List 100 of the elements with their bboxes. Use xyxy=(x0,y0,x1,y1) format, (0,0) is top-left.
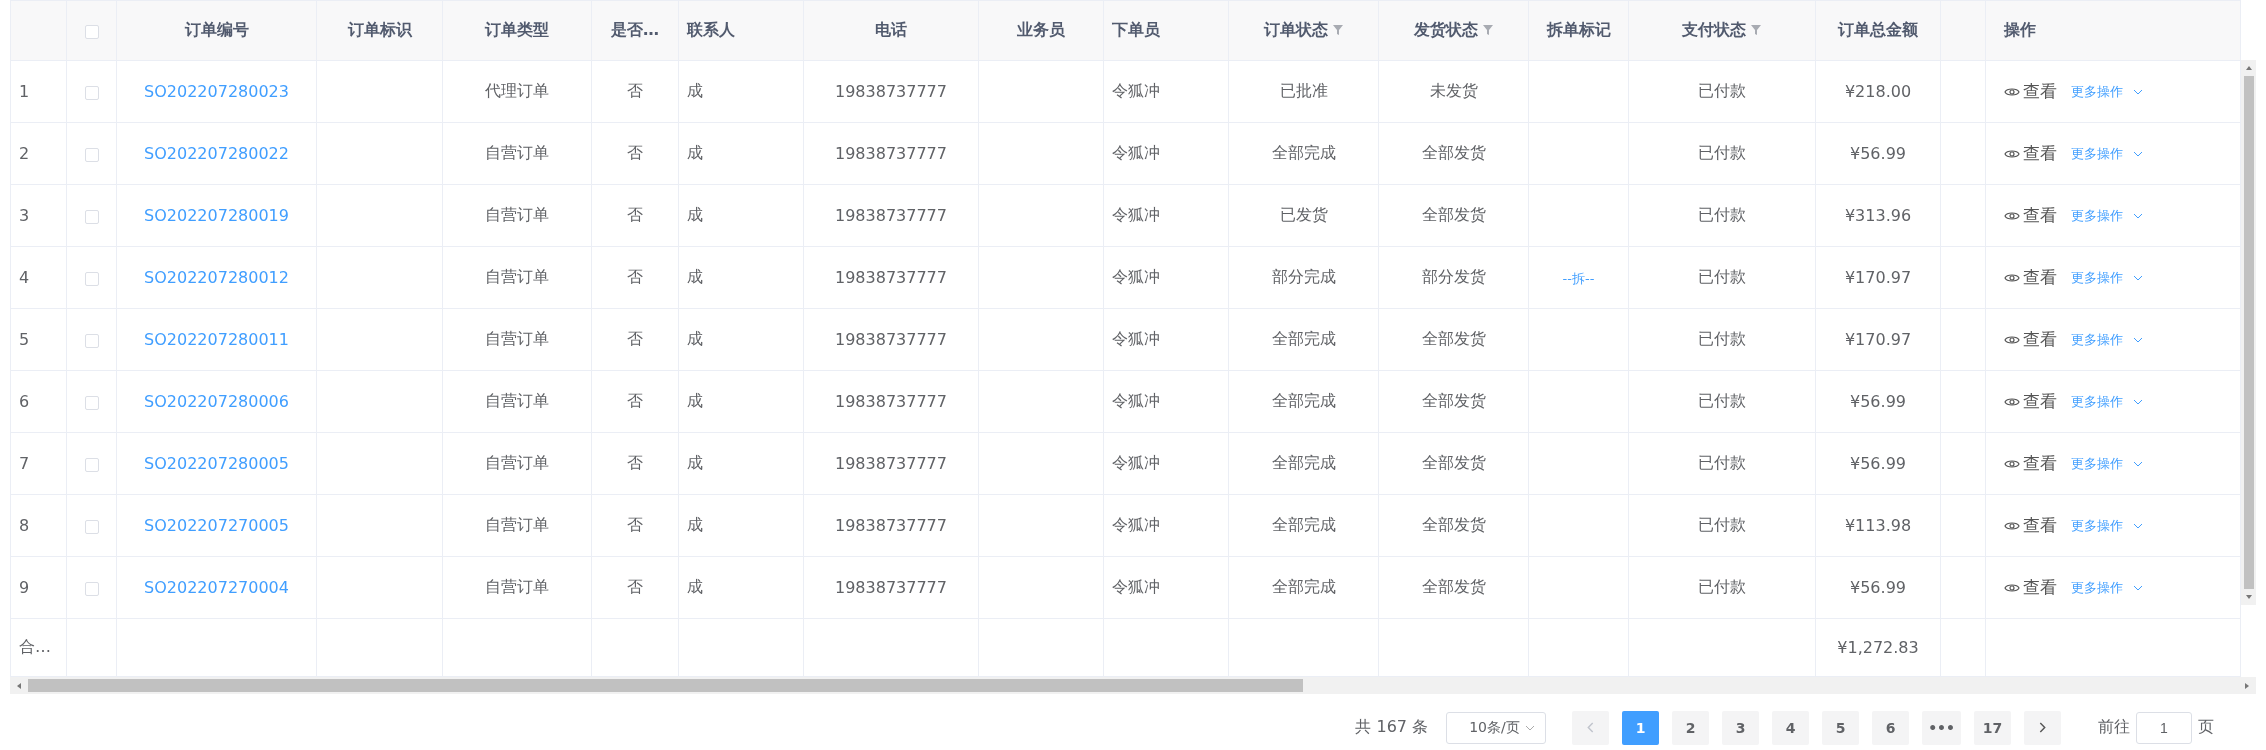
caret-icon xyxy=(2133,212,2143,219)
split-link[interactable]: --拆-- xyxy=(1562,270,1595,286)
table-cell: 19838737777 xyxy=(835,330,947,349)
left-arrow-icon[interactable] xyxy=(16,681,22,690)
select-all-checkbox[interactable] xyxy=(84,24,99,39)
caret-icon xyxy=(2133,522,2143,529)
table-cell: ¥56.99 xyxy=(1850,578,1906,597)
column-title: 支付状态 xyxy=(1682,20,1746,39)
up-arrow-icon[interactable] xyxy=(2244,65,2253,71)
view-button[interactable]: 查看 xyxy=(2004,266,2057,289)
table-cell: ¥56.99 xyxy=(1850,392,1906,411)
column-title: 下单员 xyxy=(1112,20,1160,39)
column-title: 业务员 xyxy=(1017,20,1065,39)
row-checkbox[interactable] xyxy=(84,581,99,596)
table-cell: 成 xyxy=(687,205,703,224)
page-size-select[interactable]: 10条/页 xyxy=(1446,711,1547,744)
more-actions-dropdown[interactable]: 更多操作 xyxy=(2071,206,2143,225)
eye-icon xyxy=(2004,519,2020,532)
table-cell: 已付款 xyxy=(1698,205,1746,224)
table-cell: 全部发货 xyxy=(1421,143,1486,162)
table-cell: 已付款 xyxy=(1698,577,1746,596)
page-unit-label: 页 xyxy=(2198,717,2214,738)
caret-icon xyxy=(2133,584,2143,591)
eye-icon xyxy=(2004,271,2020,284)
table-cell: 代理订单 xyxy=(485,81,549,100)
row-checkbox[interactable] xyxy=(84,209,99,224)
row-checkbox[interactable] xyxy=(84,271,99,286)
page-button[interactable]: ••• xyxy=(1922,710,1961,745)
table-cell: 自营订单 xyxy=(485,329,549,348)
table-cell: 3 xyxy=(19,206,30,225)
table-cell: 19838737777 xyxy=(835,454,947,473)
table-cell: 已付款 xyxy=(1698,453,1746,472)
table-cell: 否 xyxy=(627,329,643,348)
eye-icon xyxy=(2004,395,2020,408)
page-button[interactable]: 5 xyxy=(1822,710,1860,745)
table-cell: 令狐冲 xyxy=(1112,329,1160,348)
view-button[interactable]: 查看 xyxy=(2004,80,2057,103)
filter-icon[interactable] xyxy=(1331,24,1344,36)
page-button[interactable]: 6 xyxy=(1872,710,1910,745)
table-cell: ¥56.99 xyxy=(1850,454,1906,473)
table-cell: 19838737777 xyxy=(835,144,947,163)
row-checkbox[interactable] xyxy=(84,395,99,410)
table-cell: 已付款 xyxy=(1698,515,1746,534)
horizontal-scrollbar[interactable] xyxy=(10,677,2256,694)
table-cell: 1 xyxy=(19,82,30,101)
table-cell: ¥113.98 xyxy=(1844,516,1912,535)
row-checkbox[interactable] xyxy=(84,147,99,162)
page-number-field[interactable]: 1 xyxy=(2136,711,2192,744)
row-checkbox[interactable] xyxy=(84,457,99,472)
more-actions-dropdown[interactable]: 更多操作 xyxy=(2071,578,2143,597)
total-count: 共 167 条 xyxy=(1355,717,1429,738)
column-title: 发货状态 xyxy=(1413,20,1478,39)
caret-icon xyxy=(2133,336,2143,343)
table-cell: 否 xyxy=(627,267,643,286)
more-actions-dropdown[interactable]: 更多操作 xyxy=(2071,392,2143,411)
page-button[interactable]: 17 xyxy=(1974,710,2011,745)
eye-icon xyxy=(2004,85,2020,98)
view-button[interactable]: 查看 xyxy=(2004,142,2057,165)
table-cell: 2 xyxy=(19,144,30,163)
page-button[interactable]: 4 xyxy=(1772,710,1810,745)
more-actions-dropdown[interactable]: 更多操作 xyxy=(2071,82,2143,101)
table-cell: 全部完成 xyxy=(1271,329,1336,348)
caret-icon xyxy=(2133,398,2143,405)
more-actions-dropdown[interactable]: 更多操作 xyxy=(2071,268,2143,287)
table-cell: 全部发货 xyxy=(1421,577,1486,596)
page-button[interactable]: 2 xyxy=(1672,710,1710,745)
more-actions-dropdown[interactable]: 更多操作 xyxy=(2071,144,2143,163)
row-checkbox[interactable] xyxy=(84,519,99,534)
next-page-button[interactable] xyxy=(2024,710,2061,745)
view-button[interactable]: 查看 xyxy=(2004,328,2057,351)
page-button[interactable]: 1 xyxy=(1622,710,1660,745)
filter-icon[interactable] xyxy=(1750,24,1762,36)
view-button[interactable]: 查看 xyxy=(2004,390,2057,413)
table-cell: 令狐冲 xyxy=(1112,577,1160,596)
right-arrow-icon[interactable] xyxy=(2244,681,2250,690)
filter-icon[interactable] xyxy=(1481,24,1494,36)
table-cell: 成 xyxy=(687,267,703,286)
view-button[interactable]: 查看 xyxy=(2004,204,2057,227)
view-button[interactable]: 查看 xyxy=(2004,576,2057,599)
column-title: 操作 xyxy=(2004,20,2036,39)
more-actions-dropdown[interactable]: 更多操作 xyxy=(2071,454,2143,473)
column-title: 订单总金额 xyxy=(1838,20,1918,39)
table-cell: 否 xyxy=(627,143,643,162)
table-cell: 成 xyxy=(687,329,703,348)
table-cell: 否 xyxy=(627,515,643,534)
row-checkbox[interactable] xyxy=(84,333,99,348)
column-title: 订单状态 xyxy=(1263,20,1328,39)
more-actions-dropdown[interactable]: 更多操作 xyxy=(2071,330,2143,349)
table-cell: 6 xyxy=(19,392,30,411)
chevron-left-icon xyxy=(1587,722,1595,733)
more-actions-dropdown[interactable]: 更多操作 xyxy=(2071,516,2143,535)
caret-icon xyxy=(1525,724,1536,731)
page-button[interactable]: 3 xyxy=(1722,710,1760,745)
table-cell: 令狐冲 xyxy=(1112,143,1160,162)
down-arrow-icon[interactable] xyxy=(2244,594,2253,600)
vertical-scrollbar[interactable] xyxy=(2241,60,2256,605)
table-cell: 已批准 xyxy=(1279,81,1328,100)
view-button[interactable]: 查看 xyxy=(2004,452,2057,475)
row-checkbox[interactable] xyxy=(84,85,99,100)
view-button[interactable]: 查看 xyxy=(2004,514,2057,537)
